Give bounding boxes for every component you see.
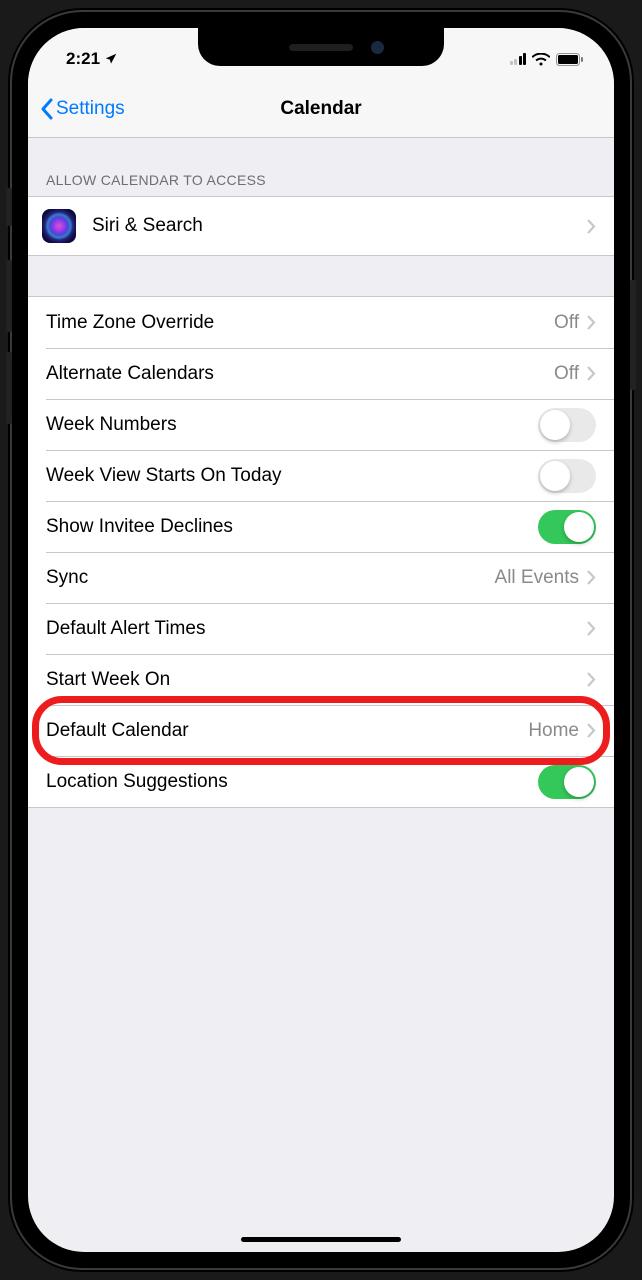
row-label: Week View Starts On Today (46, 465, 538, 487)
chevron-right-icon (587, 723, 596, 738)
status-right (510, 53, 585, 66)
toggle-week-numbers[interactable] (538, 408, 596, 442)
row-value: All Events (495, 567, 579, 589)
status-time: 2:21 (66, 49, 100, 69)
side-button (630, 280, 636, 390)
page-title: Calendar (280, 98, 361, 120)
list-access: Siri & Search (28, 196, 614, 256)
row-label: Week Numbers (46, 414, 538, 436)
row-alternate-calendars[interactable]: Alternate Calendars Off (28, 348, 614, 399)
row-siri-search[interactable]: Siri & Search (28, 197, 614, 255)
toggle-show-invitee-declines[interactable] (538, 510, 596, 544)
row-label: Show Invitee Declines (46, 516, 538, 538)
row-default-alert-times[interactable]: Default Alert Times (28, 603, 614, 654)
row-value: Off (554, 363, 579, 385)
row-label: Siri & Search (92, 215, 587, 237)
chevron-right-icon (587, 366, 596, 381)
row-location-suggestions: Location Suggestions (28, 756, 614, 807)
phone-frame: 2:21 Settings Calendar (10, 10, 632, 1270)
speaker-grille (289, 44, 353, 51)
list-settings: Time Zone Override Off Alternate Calenda… (28, 296, 614, 808)
back-button[interactable]: Settings (40, 98, 125, 120)
battery-icon (556, 53, 584, 66)
row-value: Off (554, 312, 579, 334)
status-left: 2:21 (66, 49, 118, 69)
volume-down-button (6, 352, 12, 424)
chevron-right-icon (587, 315, 596, 330)
notch (198, 28, 444, 66)
volume-up-button (6, 260, 12, 332)
row-label: Sync (46, 567, 495, 589)
row-label: Default Alert Times (46, 618, 587, 640)
row-label: Default Calendar (46, 720, 528, 742)
chevron-right-icon (587, 219, 596, 234)
chevron-right-icon (587, 570, 596, 585)
cellular-signal-icon (510, 53, 527, 65)
toggle-location-suggestions[interactable] (538, 765, 596, 799)
row-label: Alternate Calendars (46, 363, 554, 385)
row-sync[interactable]: Sync All Events (28, 552, 614, 603)
row-week-numbers: Week Numbers (28, 399, 614, 450)
row-week-view-starts-today: Week View Starts On Today (28, 450, 614, 501)
chevron-right-icon (587, 672, 596, 687)
section-gap (28, 256, 614, 296)
row-label: Location Suggestions (46, 771, 538, 793)
wifi-icon (532, 53, 550, 66)
row-time-zone-override[interactable]: Time Zone Override Off (28, 297, 614, 348)
chevron-left-icon (40, 98, 54, 120)
row-label: Start Week On (46, 669, 587, 691)
toggle-week-view-starts-today[interactable] (538, 459, 596, 493)
row-label: Time Zone Override (46, 312, 554, 334)
nav-bar: Settings Calendar (28, 80, 614, 138)
back-label: Settings (56, 98, 125, 120)
row-default-calendar[interactable]: Default Calendar Home (28, 705, 614, 756)
home-indicator[interactable] (241, 1237, 401, 1242)
row-show-invitee-declines: Show Invitee Declines (28, 501, 614, 552)
row-start-week-on[interactable]: Start Week On (28, 654, 614, 705)
section-header-access: Allow Calendar to Access (28, 138, 614, 196)
row-value: Home (528, 720, 579, 742)
siri-icon (42, 209, 76, 243)
mute-switch (6, 188, 12, 226)
location-arrow-icon (104, 52, 118, 66)
screen: 2:21 Settings Calendar (28, 28, 614, 1252)
front-camera (371, 41, 384, 54)
chevron-right-icon (587, 621, 596, 636)
